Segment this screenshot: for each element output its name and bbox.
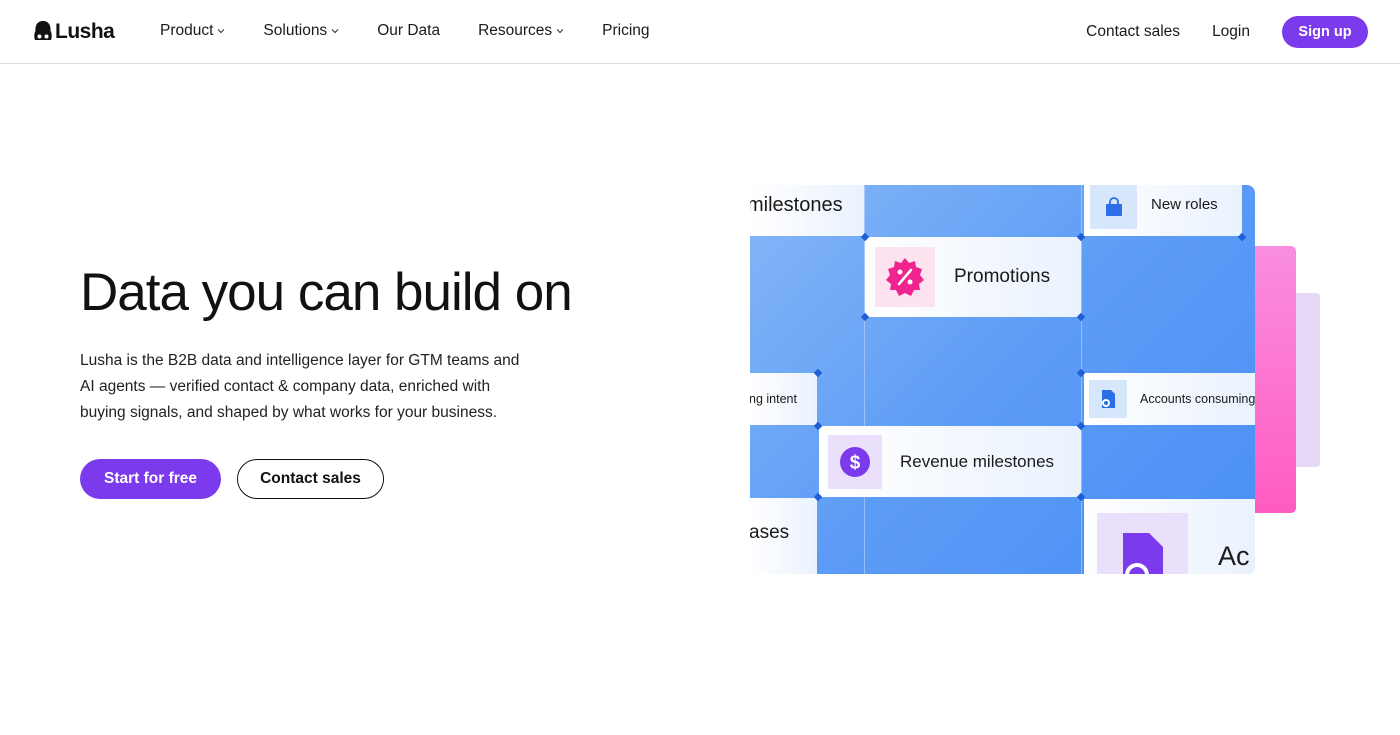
nav-item-product[interactable]: Product xyxy=(160,20,225,42)
card-label: ng intent xyxy=(750,392,797,406)
percent-badge-icon xyxy=(875,247,935,307)
dollar-coin-icon: $ xyxy=(828,434,882,489)
card-promotions: Promotions xyxy=(865,237,1081,317)
hero-subtitle: Lusha is the B2B data and intelligence l… xyxy=(80,352,520,421)
signals-illustration: milestones New roles Promotions ng inten… xyxy=(750,185,1255,574)
main-menu: Product Solutions Our Data Resources Pri… xyxy=(160,20,688,42)
card-label: Accounts consuming xyxy=(1140,392,1255,406)
chevron-down-icon xyxy=(218,29,225,34)
card-accounts-consuming: Accounts consuming xyxy=(1084,373,1255,425)
card-label: Revenue milestones xyxy=(900,451,1055,471)
card-accounts: Ac xyxy=(1084,499,1255,574)
card-revenue-milestones: $ Revenue milestones xyxy=(819,426,1081,497)
nav-item-label: Pricing xyxy=(602,22,650,39)
nav-item-label: Our Data xyxy=(377,22,441,39)
connector-dot xyxy=(1076,312,1086,322)
card-label: New roles xyxy=(1151,196,1218,213)
nav-item-label: Resources xyxy=(478,22,553,39)
card-use-cases: ases xyxy=(750,498,817,574)
card-milestones: milestones xyxy=(750,185,864,236)
card-label: Promotions xyxy=(954,266,1051,287)
top-navbar: Lusha Product Solutions Our Data Resourc… xyxy=(0,0,1400,64)
nav-item-label: Solutions xyxy=(263,22,328,39)
lusha-logo-icon xyxy=(33,20,53,44)
hero-title: Data you can build on xyxy=(80,263,573,322)
card-label: ases xyxy=(750,522,790,543)
start-for-free-button[interactable]: Start for free xyxy=(80,459,221,499)
nav-item-pricing[interactable]: Pricing xyxy=(602,20,649,42)
document-view-icon xyxy=(1089,380,1127,418)
document-icon xyxy=(1097,513,1188,574)
card-label: milestones xyxy=(750,194,843,216)
chevron-down-icon xyxy=(556,29,564,34)
sign-up-button[interactable]: Sign up xyxy=(1282,16,1368,48)
svg-text:$: $ xyxy=(850,452,861,473)
contact-sales-button[interactable]: Contact sales xyxy=(237,459,384,499)
brand-name: Lusha xyxy=(55,20,115,43)
login-link[interactable]: Login xyxy=(1212,23,1250,41)
connector-dot xyxy=(1237,232,1247,242)
contact-sales-link[interactable]: Contact sales xyxy=(1086,23,1180,41)
card-new-roles: New roles xyxy=(1084,185,1242,236)
shopping-bag-icon xyxy=(1090,185,1137,229)
chevron-down-icon xyxy=(331,29,339,34)
card-buying-intent: ng intent xyxy=(750,373,817,425)
lusha-logo[interactable]: Lusha xyxy=(33,19,115,45)
nav-actions: Contact sales Login Sign up xyxy=(1086,16,1368,48)
nav-item-label: Product xyxy=(160,22,214,39)
nav-item-resources[interactable]: Resources xyxy=(478,20,564,42)
grid-line xyxy=(1081,185,1082,574)
nav-item-solutions[interactable]: Solutions xyxy=(263,20,339,42)
card-label: Ac xyxy=(1218,541,1250,571)
nav-item-our-data[interactable]: Our Data xyxy=(377,20,440,42)
